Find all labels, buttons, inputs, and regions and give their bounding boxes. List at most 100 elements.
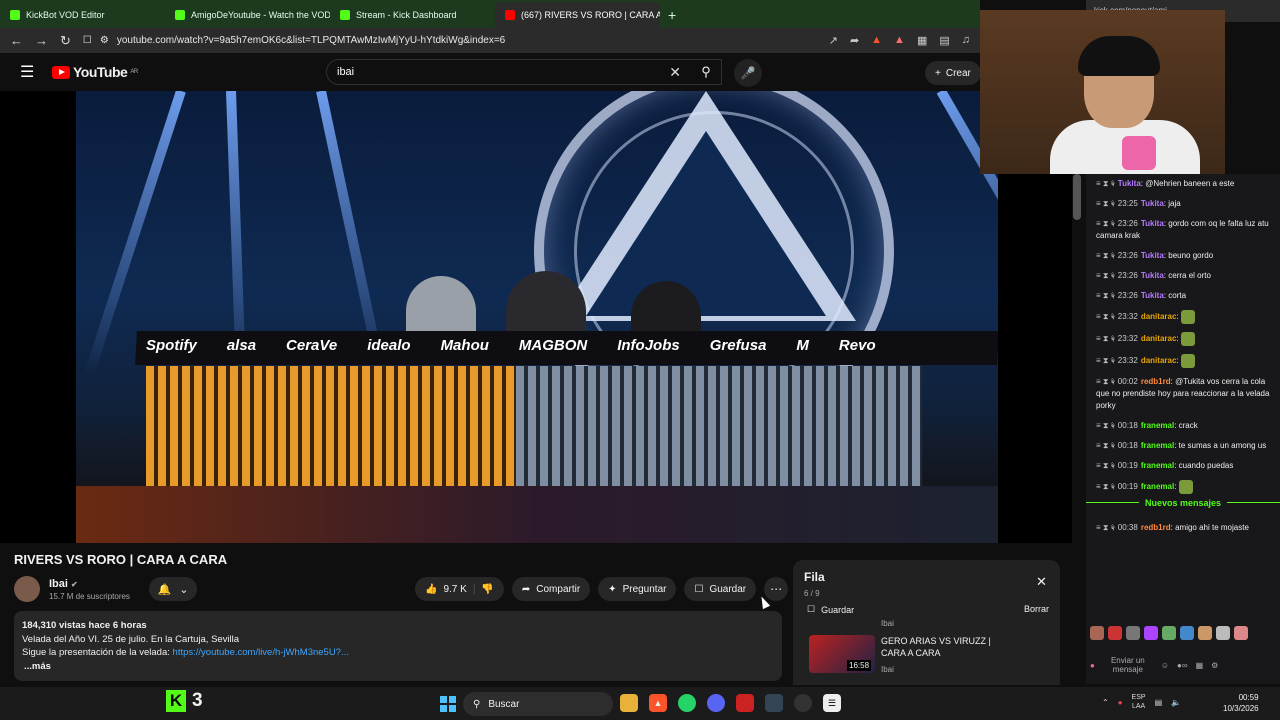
chat-username[interactable]: franemal	[1141, 482, 1174, 491]
chat-username[interactable]: danitarac	[1141, 334, 1177, 343]
chat-username[interactable]: redb1rd	[1141, 377, 1171, 386]
menu-icon[interactable]: ☰	[20, 62, 46, 82]
search-input[interactable]: ibai ✕	[326, 59, 722, 85]
volume-icon[interactable]: 🔈	[1171, 698, 1181, 707]
emote-icon[interactable]	[1162, 626, 1176, 640]
people-icon[interactable]: ●∞	[1177, 661, 1188, 670]
mod-action-icons[interactable]: ≡ ⧗ ⚘	[1096, 219, 1115, 228]
queue-item[interactable]: 16:58 GERO ARIAS VS VIRUZZ | CARA A CARA…	[809, 635, 1049, 677]
page-scrollbar[interactable]	[1073, 174, 1081, 220]
browser-tab[interactable]: Stream - Kick Dashboard	[330, 2, 495, 28]
chat-username[interactable]: franemal	[1141, 461, 1174, 470]
mod-action-icons[interactable]: ≡ ⧗ ⚘	[1096, 461, 1115, 470]
emote-icon[interactable]	[1108, 626, 1122, 640]
more-options-icon[interactable]: ⋯	[764, 577, 789, 601]
chat-message[interactable]: ≡ ⧗ ⚘ 00:38 redb1rd: amigo ahi te mojaste	[1086, 518, 1280, 538]
sidebar-icon[interactable]: ▤	[939, 34, 949, 47]
like-button[interactable]: 👍 9.7 K | 👎	[415, 577, 504, 601]
extensions-icon[interactable]: ▦	[917, 34, 927, 47]
emote-icon[interactable]	[1216, 626, 1230, 640]
music-icon[interactable]: ♫	[962, 34, 970, 47]
show-more-link[interactable]: ...más	[22, 660, 774, 674]
mod-action-icons[interactable]: ≡ ⧗ ⚘	[1096, 271, 1115, 280]
chat-message[interactable]: ≡ ⧗ ⚘ 23:32 danitarac:	[1086, 328, 1280, 350]
start-button[interactable]	[440, 696, 456, 712]
url-text[interactable]: youtube.com/watch?v=9a5h7emOK6c&list=TLP…	[117, 35, 505, 46]
chat-username[interactable]: Tukita	[1118, 179, 1141, 188]
bookmark-icon[interactable]: ☐	[83, 35, 92, 46]
mod-action-icons[interactable]: ≡ ⧗ ⚘	[1096, 179, 1115, 188]
browser-tab[interactable]: (667) RIVERS VS RORO | CARA A...×	[495, 2, 660, 28]
taskbar-search[interactable]: ⚲ Buscar	[463, 692, 613, 716]
discord-icon[interactable]	[707, 694, 725, 712]
video-description[interactable]: 184,310 vistas hace 6 horas Velada del A…	[14, 611, 782, 681]
back-icon[interactable]: ←	[10, 33, 23, 48]
mod-action-icons[interactable]: ≡ ⧗ ⚘	[1096, 356, 1115, 365]
file-explorer-icon[interactable]	[620, 694, 638, 712]
chat-username[interactable]: danitarac	[1141, 312, 1177, 321]
open-external-icon[interactable]: ↗	[829, 34, 838, 47]
brave-shield-icon[interactable]: ▲	[871, 34, 882, 47]
chat-message[interactable]: ≡ ⧗ ⚘ 00:18 franemal: te sumas a un among …	[1086, 436, 1280, 456]
share-button[interactable]: ➦ Compartir	[511, 577, 591, 601]
system-clock[interactable]: 00:59 10/3/2026	[1223, 692, 1259, 714]
chat-username[interactable]: franemal	[1141, 421, 1174, 430]
obs-icon[interactable]	[794, 694, 812, 712]
chat-message[interactable]: ≡ ⧗ ⚘ 23:26 Tukita: corta	[1086, 286, 1280, 306]
mod-action-icons[interactable]: ≡ ⧗ ⚘	[1096, 199, 1115, 208]
create-button[interactable]: + Crear	[925, 61, 981, 85]
mod-action-icons[interactable]: ≡ ⧗ ⚘	[1096, 421, 1115, 430]
mod-action-icons[interactable]: ≡ ⧗ ⚘	[1096, 482, 1115, 491]
chat-message[interactable]: ≡ ⧗ ⚘ 23:26 Tukita: gordo com oq le falta …	[1086, 214, 1280, 246]
chat-username[interactable]: franemal	[1141, 441, 1174, 450]
app-icon[interactable]	[736, 694, 754, 712]
chat-message[interactable]: ≡ ⧗ ⚘ 00:02 redb1rd: @Tukita vos cerra la …	[1086, 372, 1280, 416]
emote-icon[interactable]	[1144, 626, 1158, 640]
search-icon[interactable]: ⚲	[690, 59, 722, 85]
emote-icon[interactable]	[1234, 626, 1248, 640]
emote-icon[interactable]	[1180, 626, 1194, 640]
app-icon[interactable]: ☰	[823, 694, 841, 712]
queue-save-button[interactable]: ☐ Guardar	[807, 604, 854, 615]
ask-button[interactable]: ✦ Preguntar	[598, 577, 677, 601]
description-link[interactable]: https://youtube.com/live/h-jWhM3ne5U?...	[173, 647, 349, 658]
network-icon[interactable]: ▤	[1155, 698, 1163, 707]
tray-app-icon[interactable]: ●	[1118, 698, 1123, 707]
share-icon[interactable]: ➦	[850, 34, 859, 47]
subscription-bell-button[interactable]: 🔔 ⌄	[149, 577, 197, 601]
emote-icon[interactable]	[1090, 626, 1104, 640]
mod-action-icons[interactable]: ≡ ⧗ ⚘	[1096, 377, 1115, 386]
mod-action-icons[interactable]: ≡ ⧗ ⚘	[1096, 312, 1115, 321]
chat-message[interactable]: ≡ ⧗ ⚘ 23:25 Tukita: jaja	[1086, 194, 1280, 214]
chevron-up-icon[interactable]: ⌃	[1102, 698, 1109, 707]
mod-action-icons[interactable]: ≡ ⧗ ⚘	[1096, 523, 1115, 532]
mod-action-icons[interactable]: ≡ ⧗ ⚘	[1096, 441, 1115, 450]
mod-action-icons[interactable]: ≡ ⧗ ⚘	[1096, 334, 1115, 343]
chat-username[interactable]: Tukita	[1141, 219, 1164, 228]
new-tab-icon[interactable]: +	[660, 2, 684, 28]
clear-search-icon[interactable]: ✕	[669, 64, 681, 81]
chat-username[interactable]: Tukita	[1141, 271, 1164, 280]
chat-message[interactable]: ≡ ⧗ ⚘ Tukita: @Nehrien baneen a este	[1086, 174, 1280, 194]
forward-icon[interactable]: →	[35, 33, 48, 48]
emote-icon[interactable]	[1198, 626, 1212, 640]
chat-message[interactable]: ≡ ⧗ ⚘ 00:19 franemal:	[1086, 476, 1280, 498]
chat-message[interactable]: ≡ ⧗ ⚘ 00:19 franemal: cuando puedas	[1086, 456, 1280, 476]
chat-input[interactable]: Enviar un mensaje	[1103, 656, 1153, 674]
chat-username[interactable]: Tukita	[1141, 251, 1164, 260]
youtube-logo[interactable]: YouTube AR	[52, 64, 138, 80]
app-icon[interactable]	[765, 694, 783, 712]
channel-name[interactable]: Ibai ✔	[49, 578, 78, 590]
chat-message[interactable]: ≡ ⧗ ⚘ 23:26 Tukita: cerra el orto	[1086, 266, 1280, 286]
channel-avatar[interactable]	[14, 576, 40, 602]
chat-username[interactable]: Tukita	[1141, 291, 1164, 300]
reload-icon[interactable]: ↻	[60, 33, 71, 49]
close-icon[interactable]: ✕	[1036, 574, 1047, 590]
chat-username[interactable]: redb1rd	[1141, 523, 1171, 532]
site-settings-icon[interactable]: ⚙	[100, 35, 109, 46]
mod-action-icons[interactable]: ≡ ⧗ ⚘	[1096, 251, 1115, 260]
queue-clear-button[interactable]: Borrar	[1024, 604, 1049, 614]
video-player[interactable]: Spotify alsa CeraVe idealo Mahou MAGBON InfoJo…	[0, 91, 1072, 543]
chat-username[interactable]: danitarac	[1141, 356, 1177, 365]
chat-message[interactable]: ≡ ⧗ ⚘ 23:26 Tukita: beuno gordo	[1086, 246, 1280, 266]
